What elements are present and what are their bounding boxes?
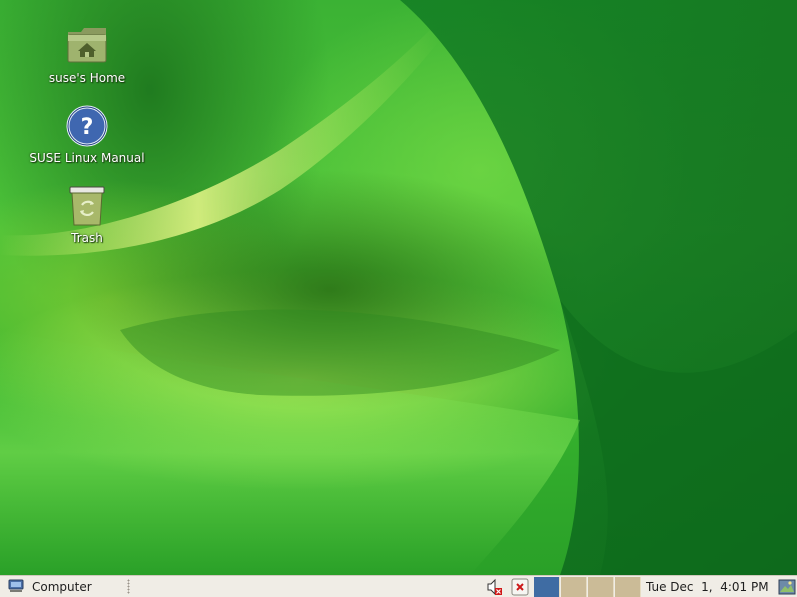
show-desktop-icon[interactable] xyxy=(777,578,797,596)
wallpaper-waves xyxy=(0,0,797,575)
network-disconnected-icon[interactable] xyxy=(509,578,531,596)
workspace-4[interactable] xyxy=(615,577,641,597)
help-icon: ? xyxy=(65,104,109,148)
workspace-3[interactable] xyxy=(588,577,614,597)
trash-icon xyxy=(65,184,109,228)
desktop-icon-home[interactable]: suse's Home xyxy=(17,24,157,85)
computer-menu-label: Computer xyxy=(32,580,92,594)
desktop-icon-label: SUSE Linux Manual xyxy=(29,151,145,165)
workspace-1[interactable] xyxy=(534,577,560,597)
desktop-icon-trash[interactable]: Trash xyxy=(17,184,157,245)
desktop-background: suse's Home ? SUSE Linux Manual Trash xyxy=(0,0,797,575)
desktop-icon-label: suse's Home xyxy=(48,71,126,85)
desktop-icon-label: Trash xyxy=(71,231,103,245)
desktop-icon-manual[interactable]: ? SUSE Linux Manual xyxy=(17,104,157,165)
panel-drag-handle[interactable] xyxy=(127,579,130,594)
panel-clock[interactable]: Tue Dec 1, 4:01 PM xyxy=(646,580,769,594)
workspace-2[interactable] xyxy=(561,577,587,597)
home-folder-icon xyxy=(65,24,109,68)
volume-muted-icon[interactable] xyxy=(482,578,504,596)
bottom-panel: Computer Tue Dec 1, 4:01 PM xyxy=(0,575,797,597)
computer-icon xyxy=(8,579,24,596)
computer-menu-button[interactable]: Computer xyxy=(4,578,96,596)
svg-text:?: ? xyxy=(81,115,94,140)
